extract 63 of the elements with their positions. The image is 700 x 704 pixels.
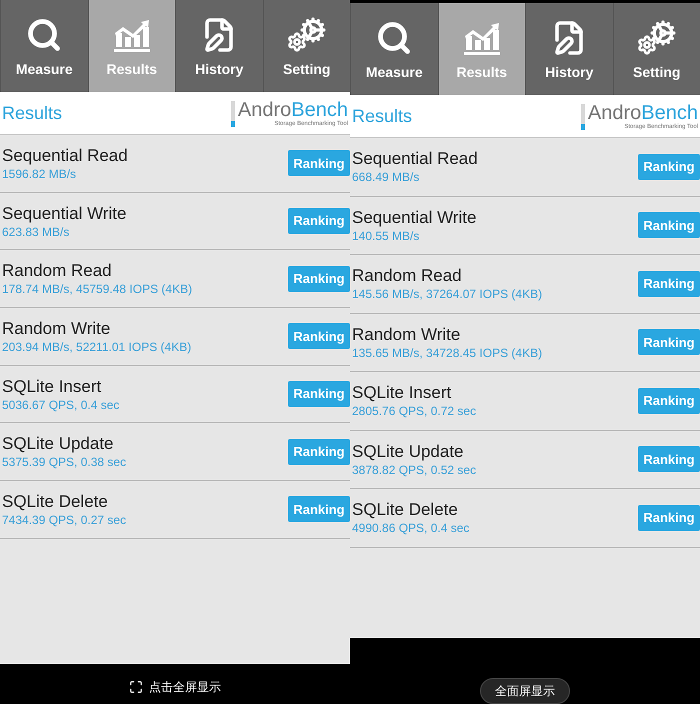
test-result: 5036.67 QPS, 0.4 sec bbox=[2, 396, 120, 413]
test-name: Sequential Read bbox=[2, 144, 128, 166]
test-result: 2805.76 QPS, 0.72 sec bbox=[352, 403, 476, 420]
test-result: 4990.86 QPS, 0.4 sec bbox=[352, 520, 470, 536]
logo-wordmark: AndroBench bbox=[588, 102, 698, 124]
test-result: 5375.39 QPS, 0.38 sec bbox=[2, 454, 126, 470]
ranking-button[interactable]: Ranking bbox=[288, 496, 350, 522]
ranking-button[interactable]: Ranking bbox=[288, 266, 350, 292]
test-result: 7434.39 QPS, 0.27 sec bbox=[2, 512, 126, 528]
test-name: Random Write bbox=[2, 318, 112, 339]
test-result: 3878.82 QPS, 0.52 sec bbox=[352, 462, 476, 478]
test-result: 623.83 MB/s bbox=[2, 224, 70, 240]
fullscreen-button[interactable]: 全面屏显示 bbox=[480, 678, 570, 704]
test-result: 668.49 MB/s bbox=[352, 169, 420, 186]
ranking-button[interactable]: Ranking bbox=[288, 150, 350, 176]
tab[interactable]: Results bbox=[438, 3, 525, 95]
tab[interactable]: History bbox=[525, 3, 612, 95]
ranking-button[interactable]: Ranking bbox=[288, 381, 350, 408]
tab[interactable]: Setting bbox=[262, 0, 350, 92]
test-name: SQLite Update bbox=[352, 440, 465, 462]
search-icon bbox=[26, 17, 62, 53]
tab[interactable]: History bbox=[175, 0, 262, 92]
test-result: 178.74 MB/s, 45759.48 IOPS (4KB) bbox=[2, 281, 192, 298]
test-name: SQLite Delete bbox=[352, 499, 459, 520]
test-result: 140.55 MB/s bbox=[352, 228, 420, 244]
ranking-button[interactable]: Ranking bbox=[288, 438, 350, 465]
ranking-button[interactable]: Ranking bbox=[288, 323, 350, 350]
test-name: Random Read bbox=[352, 265, 463, 286]
fullscreen-link[interactable]: 点击全屏显示 bbox=[129, 678, 221, 696]
test-name: Random Write bbox=[352, 324, 462, 345]
ranking-button[interactable]: Ranking bbox=[638, 329, 700, 356]
chart-icon bbox=[112, 19, 151, 53]
test-name: SQLite Insert bbox=[2, 376, 102, 397]
tab[interactable]: Results bbox=[88, 0, 175, 92]
test-name: Sequential Read bbox=[352, 148, 478, 170]
tab[interactable]: Measure bbox=[0, 0, 88, 92]
test-name: Sequential Write bbox=[2, 202, 126, 224]
test-name: Sequential Write bbox=[352, 206, 476, 228]
ranking-button[interactable]: Ranking bbox=[638, 212, 700, 238]
test-result: 1596.82 MB/s bbox=[2, 166, 78, 182]
expand-icon bbox=[129, 680, 143, 694]
page-title: Results bbox=[2, 102, 62, 124]
test-result: 135.65 MB/s, 34728.45 IOPS (4KB) bbox=[352, 344, 542, 361]
search-icon bbox=[376, 20, 412, 56]
tab[interactable]: Measure bbox=[350, 3, 438, 95]
ranking-button[interactable]: Ranking bbox=[638, 504, 700, 531]
page-title: Results bbox=[352, 104, 412, 128]
test-name: SQLite Insert bbox=[352, 382, 452, 404]
ranking-button[interactable]: Ranking bbox=[638, 270, 700, 297]
ranking-button[interactable]: Ranking bbox=[638, 388, 700, 414]
test-name: SQLite Delete bbox=[2, 490, 109, 512]
logo-bar-icon bbox=[580, 104, 585, 130]
test-result: 145.56 MB/s, 37264.07 IOPS (4KB) bbox=[352, 286, 542, 302]
chart-icon bbox=[462, 22, 501, 56]
ranking-button[interactable]: Ranking bbox=[638, 154, 700, 180]
test-result: 203.94 MB/s, 52211.01 IOPS (4KB) bbox=[2, 338, 192, 355]
test-name: Random Read bbox=[2, 260, 113, 282]
ranking-button[interactable]: Ranking bbox=[288, 208, 350, 234]
logo-wordmark: AndroBench bbox=[238, 99, 348, 121]
ranking-button[interactable]: Ranking bbox=[638, 446, 700, 472]
logo-bar-icon bbox=[230, 101, 235, 127]
test-name: SQLite Update bbox=[2, 433, 115, 454]
tab[interactable]: Setting bbox=[612, 3, 700, 95]
